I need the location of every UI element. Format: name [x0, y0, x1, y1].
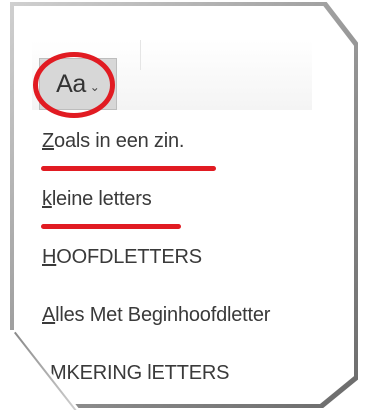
- change-case-label: Aa: [56, 69, 86, 98]
- menu-item-uppercase[interactable]: HOOFDLETTERS: [42, 246, 202, 269]
- menu-item-toggle-case[interactable]: MKERING lETTERS: [50, 362, 229, 385]
- menu-item-accelerator: k: [42, 188, 52, 210]
- screenshot-stage: Aa ⌄ Zoals in een zin. kleine letters HO…: [0, 0, 369, 410]
- menu-item-lowercase[interactable]: kleine letters: [42, 188, 152, 211]
- menu-item-accelerator: Z: [42, 130, 55, 152]
- chevron-down-icon: ⌄: [89, 79, 100, 94]
- menu-item-label: leine letters: [51, 188, 152, 210]
- menu-item-accelerator: H: [42, 246, 57, 268]
- highlight-underline-lowercase: [41, 224, 181, 229]
- menu-item-accelerator: A: [42, 304, 56, 326]
- menu-item-label: oals in een zin.: [54, 130, 185, 152]
- menu-item-label: OOFDLETTERS: [56, 246, 202, 268]
- menu-item-sentence-case[interactable]: Zoals in een zin.: [42, 130, 184, 153]
- menu-item-capitalize-each-word[interactable]: Alles Met Beginhoofdletter: [42, 304, 270, 327]
- ribbon-divider: [140, 40, 141, 70]
- menu-item-label: lles Met Beginhoofdletter: [55, 304, 271, 326]
- change-case-button[interactable]: Aa ⌄: [39, 58, 117, 110]
- menu-item-label: MKERING lETTERS: [50, 362, 230, 384]
- highlight-underline-sentence-case: [41, 166, 216, 171]
